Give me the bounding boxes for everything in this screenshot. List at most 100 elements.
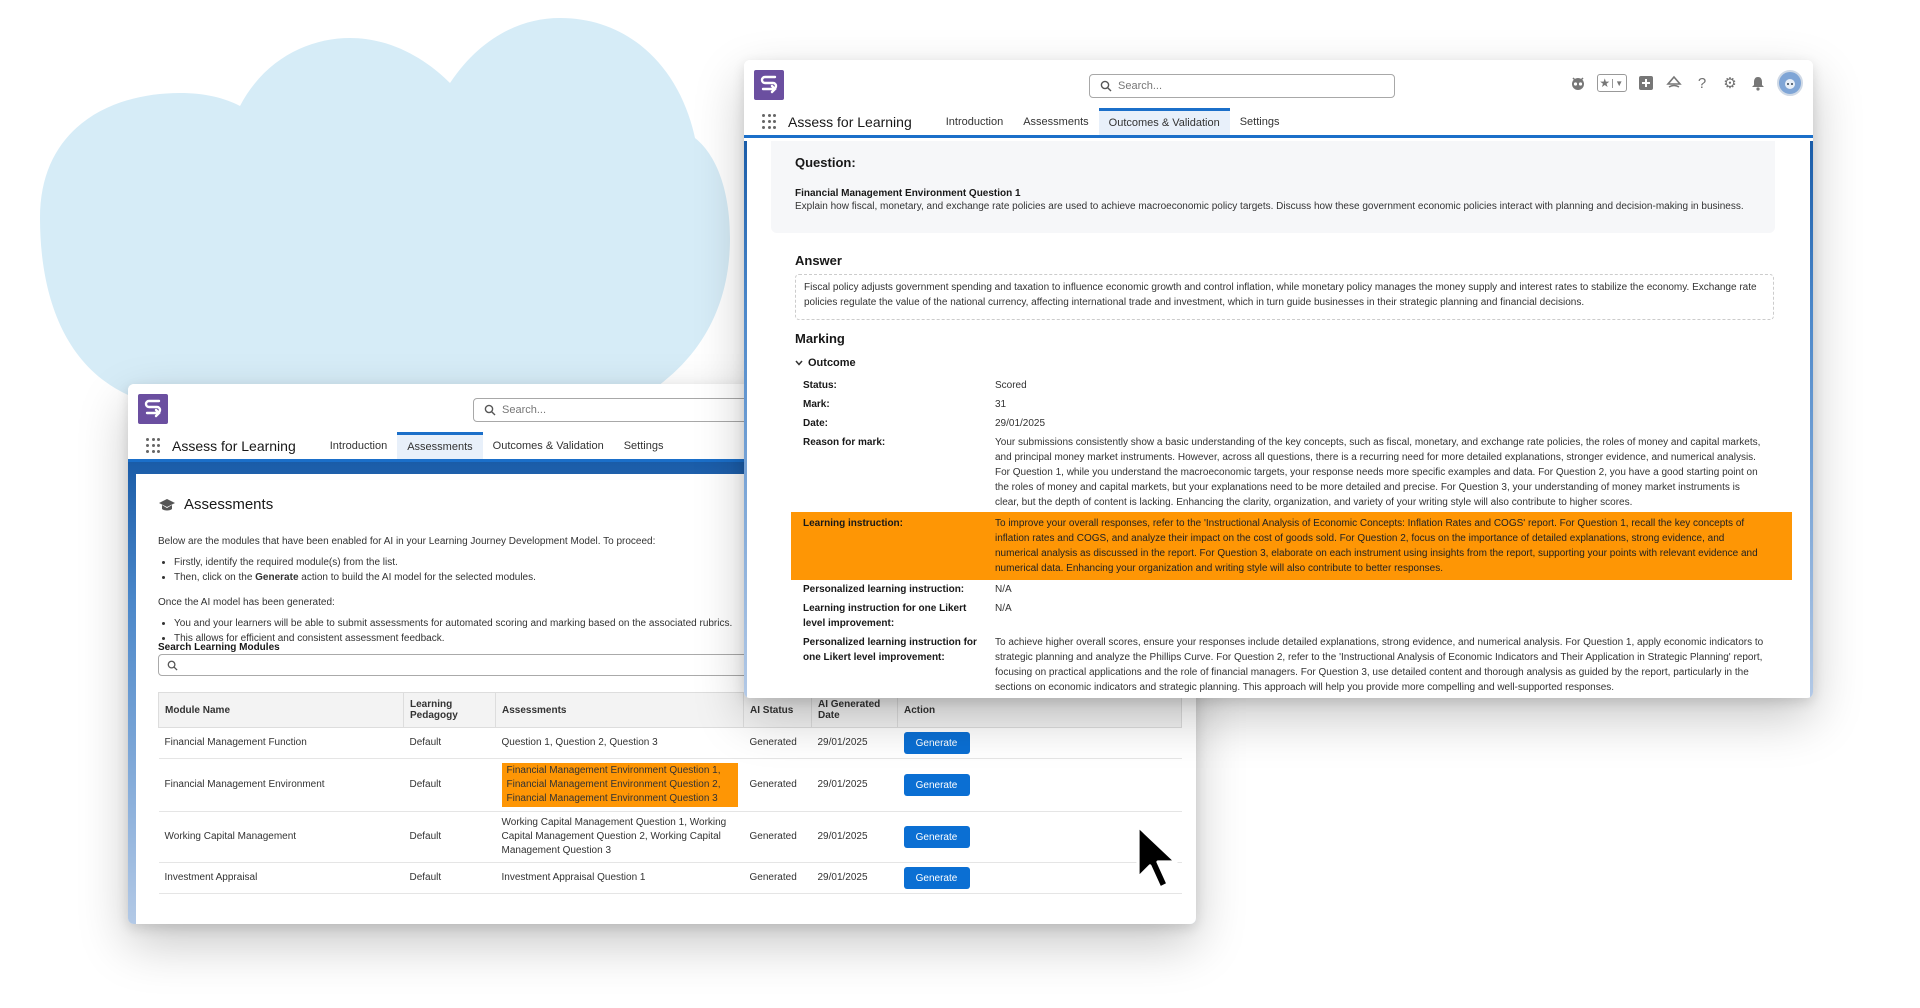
cell-status: Generated bbox=[743, 758, 812, 812]
table-row: Investment Appraisal Default Investment … bbox=[158, 862, 1182, 894]
step-bold: Generate bbox=[255, 572, 299, 583]
cell-assessments: Question 1, Question 2, Question 3 bbox=[495, 727, 744, 759]
highlighted-assessments: Financial Management Environment Questio… bbox=[501, 763, 738, 807]
field-label: Personalized learning instruction: bbox=[803, 584, 965, 595]
cell-date: 29/01/2025 bbox=[811, 758, 898, 812]
trailhead-icon[interactable] bbox=[1665, 74, 1683, 92]
cell-assessments: Investment Appraisal Question 1 bbox=[495, 862, 744, 894]
global-search-input[interactable]: Search... bbox=[1089, 74, 1395, 98]
field-value: N/A bbox=[995, 584, 1012, 595]
field-status: Status: Scored bbox=[791, 376, 1792, 395]
cell-assessments: Working Capital Management Question 1, W… bbox=[495, 811, 744, 863]
marking-heading: Marking bbox=[795, 331, 845, 346]
col-assessments[interactable]: Assessments bbox=[495, 692, 744, 728]
outcome-section-toggle[interactable]: Outcome bbox=[795, 357, 856, 369]
mouse-pointer-icon bbox=[1136, 824, 1178, 890]
cell-action: Generate bbox=[897, 758, 1182, 812]
answer-text: Fiscal policy adjusts government spendin… bbox=[795, 274, 1774, 320]
field-label: Status: bbox=[803, 380, 837, 391]
question-text: Explain how fiscal, monetary, and exchan… bbox=[795, 201, 1744, 212]
cell-module: Working Capital Management bbox=[158, 811, 404, 863]
step-text: action to build the AI model for the sel… bbox=[298, 572, 536, 583]
field-value: To improve your overall responses, refer… bbox=[995, 518, 1758, 574]
cell-module: Investment Appraisal bbox=[158, 862, 404, 894]
cell-action: Generate bbox=[897, 727, 1182, 759]
cell-module: Financial Management Function bbox=[158, 727, 404, 759]
tab-settings[interactable]: Settings bbox=[1230, 108, 1290, 135]
question-heading: Question: bbox=[795, 155, 856, 170]
field-label: Learning instruction for one Likert leve… bbox=[803, 603, 967, 629]
cell-pedagogy: Default bbox=[403, 758, 496, 812]
tab-assessments[interactable]: Assessments bbox=[397, 432, 483, 459]
chevron-down-icon bbox=[795, 360, 803, 366]
generate-button[interactable]: Generate bbox=[903, 826, 970, 848]
favorites-dropdown-icon[interactable]: ▼ bbox=[1611, 78, 1627, 88]
table-row: Working Capital Management Default Worki… bbox=[158, 811, 1182, 863]
search-icon bbox=[167, 660, 178, 671]
app-launcher-icon[interactable] bbox=[762, 114, 778, 130]
outcomes-window: Search... ★ ▼ ? ⚙ Assess for Learning In… bbox=[744, 60, 1813, 698]
cloud-background-shape bbox=[40, 18, 730, 398]
cell-date: 29/01/2025 bbox=[811, 727, 898, 759]
cell-status: Generated bbox=[743, 862, 812, 894]
field-value: 31 bbox=[995, 399, 1007, 410]
cell-assessments-highlighted: Financial Management Environment Questio… bbox=[495, 758, 744, 812]
graduation-cap-icon bbox=[159, 498, 175, 510]
notifications-bell-icon[interactable] bbox=[1749, 74, 1767, 92]
field-label: Personalized learning instruction for on… bbox=[803, 637, 977, 663]
field-value: 29/01/2025 bbox=[995, 418, 1046, 429]
tab-settings[interactable]: Settings bbox=[614, 432, 674, 459]
field-mark: Mark: 31 bbox=[791, 395, 1792, 414]
search-modules-label: Search Learning Modules bbox=[158, 642, 280, 653]
generate-button[interactable]: Generate bbox=[903, 774, 970, 796]
table-row: Financial Management Function Default Qu… bbox=[158, 727, 1182, 759]
app-name: Assess for Learning bbox=[172, 438, 296, 454]
app-name: Assess for Learning bbox=[788, 114, 912, 130]
answer-heading: Answer bbox=[795, 253, 842, 268]
outcome-card: Question: Financial Management Environme… bbox=[747, 141, 1810, 698]
field-value: Your submissions consistently show a bas… bbox=[995, 437, 1761, 508]
page-title-text: Assessments bbox=[184, 496, 274, 513]
step-text: Then, click on the bbox=[174, 572, 256, 583]
generate-button[interactable]: Generate bbox=[903, 732, 970, 754]
tab-outcomes-validation[interactable]: Outcomes & Validation bbox=[1098, 108, 1230, 135]
header-icons: ★ ▼ ? ⚙ bbox=[1569, 70, 1803, 96]
cell-pedagogy: Default bbox=[403, 811, 496, 863]
app-launcher-icon[interactable] bbox=[146, 438, 162, 454]
add-icon[interactable] bbox=[1637, 74, 1655, 92]
cell-module: Financial Management Environment bbox=[158, 758, 404, 812]
field-value: N/A bbox=[995, 603, 1012, 614]
agent-icon[interactable] bbox=[1569, 74, 1587, 92]
cell-date: 29/01/2025 bbox=[811, 811, 898, 863]
app-logo bbox=[138, 394, 168, 424]
generate-button[interactable]: Generate bbox=[903, 867, 970, 889]
field-label: Reason for mark: bbox=[803, 437, 886, 448]
table-row: Financial Management Environment Default… bbox=[158, 758, 1182, 812]
field-label: Date: bbox=[803, 418, 829, 429]
user-avatar[interactable] bbox=[1777, 70, 1803, 96]
settings-gear-icon[interactable]: ⚙ bbox=[1721, 74, 1739, 92]
field-reason-for-mark: Reason for mark: Your submissions consist… bbox=[791, 433, 1792, 512]
cell-status: Generated bbox=[743, 811, 812, 863]
search-icon bbox=[484, 404, 496, 416]
field-value: To achieve higher overall scores, ensure… bbox=[995, 637, 1764, 693]
tab-introduction[interactable]: Introduction bbox=[936, 108, 1013, 135]
col-module-name[interactable]: Module Name bbox=[158, 692, 404, 728]
field-likert-instruction: Learning instruction for one Likert leve… bbox=[791, 599, 1792, 633]
question-box: Question: Financial Management Environme… bbox=[771, 141, 1775, 233]
favorites-button[interactable]: ★ ▼ bbox=[1597, 74, 1627, 92]
field-label: Mark: bbox=[803, 399, 830, 410]
tab-assessments[interactable]: Assessments bbox=[1013, 108, 1098, 135]
cell-pedagogy: Default bbox=[403, 727, 496, 759]
favorites-star-icon[interactable]: ★ bbox=[1598, 76, 1612, 90]
field-value: Scored bbox=[995, 380, 1027, 391]
tab-outcomes-validation[interactable]: Outcomes & Validation bbox=[483, 432, 614, 459]
search-icon bbox=[1100, 80, 1112, 92]
help-icon[interactable]: ? bbox=[1693, 74, 1711, 92]
tab-introduction[interactable]: Introduction bbox=[320, 432, 397, 459]
outcome-label: Outcome bbox=[808, 357, 856, 369]
search-placeholder: Search... bbox=[1118, 80, 1163, 92]
col-learning-pedagogy[interactable]: Learning Pedagogy bbox=[403, 692, 496, 728]
cell-status: Generated bbox=[743, 727, 812, 759]
search-placeholder: Search... bbox=[502, 404, 547, 416]
